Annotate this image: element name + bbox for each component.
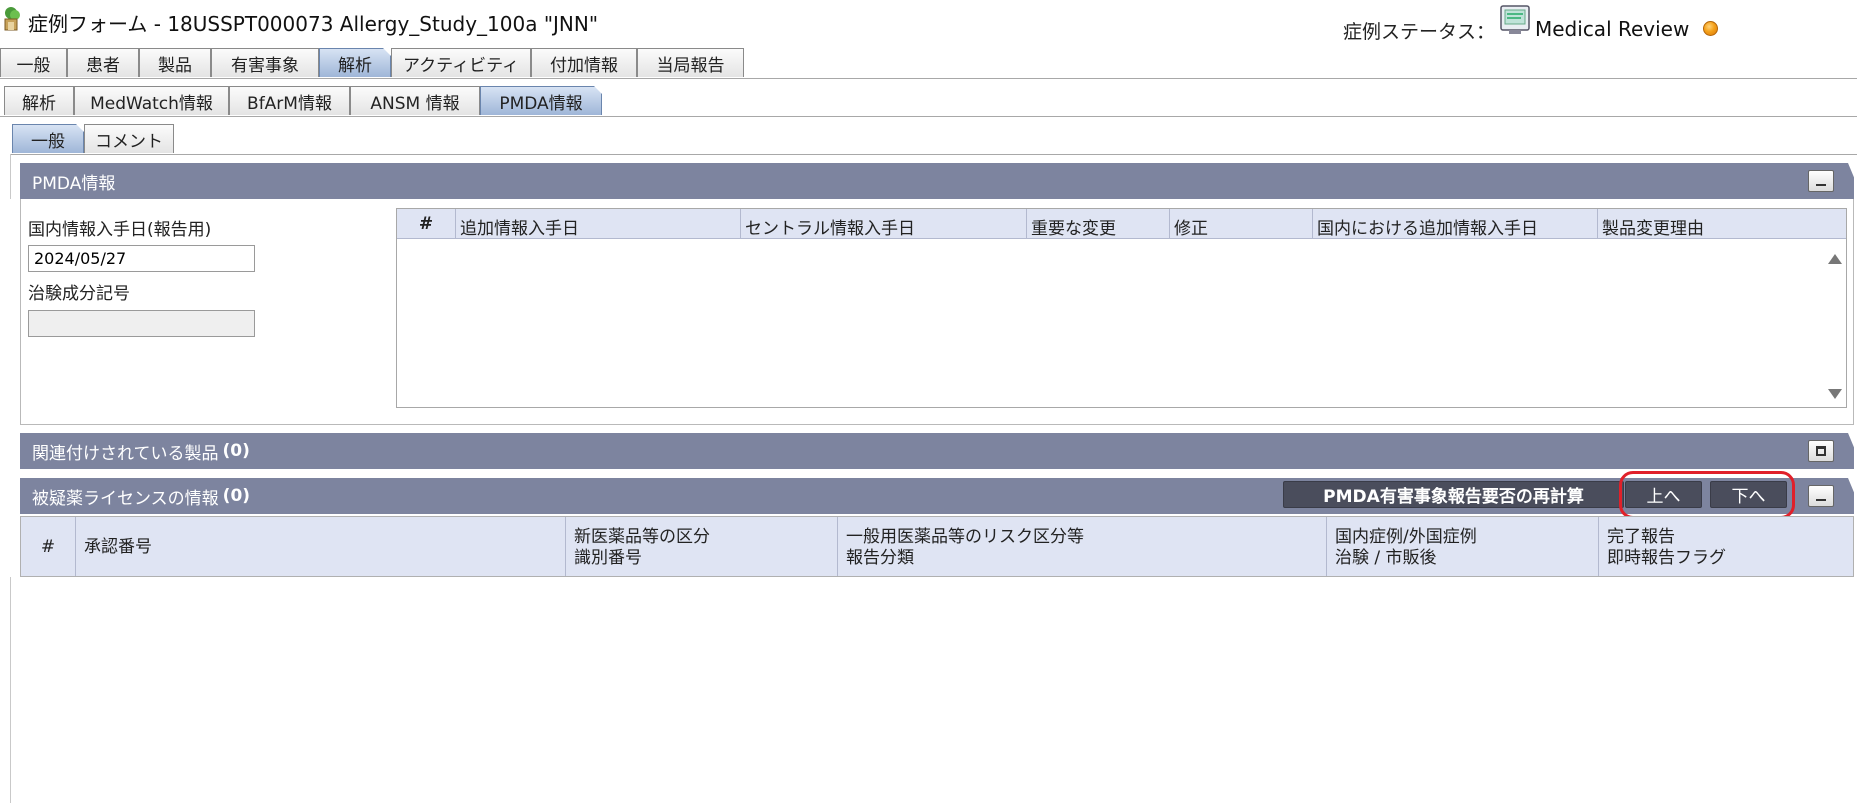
- case-status-value: Medical Review: [1535, 17, 1690, 41]
- trial-code-label: 治験成分記号: [28, 284, 130, 304]
- tab-medwatch-info[interactable]: MedWatch情報: [74, 86, 229, 115]
- pmda-followup-table: # 追加情報入手日 セントラル情報入手日 重要な変更 修正 国内における追加情報…: [396, 208, 1847, 408]
- tab-divider: [0, 78, 1857, 79]
- linked-products-count: (0): [222, 441, 250, 461]
- column-header[interactable]: 完了報告 即時報告フラグ: [1599, 517, 1853, 576]
- content-area: [10, 577, 1857, 803]
- scroll-up-icon[interactable]: [1828, 254, 1842, 264]
- tab-regulatory-reports[interactable]: 当局報告: [637, 48, 744, 77]
- domestic-date-input[interactable]: [28, 245, 255, 272]
- pmda-panel-body: 国内情報入手日(報告用) 治験成分記号 # 追加情報入手日 セントラル情報入手日…: [20, 199, 1854, 425]
- domestic-date-label: 国内情報入手日(報告用): [28, 220, 212, 240]
- column-header[interactable]: #: [397, 209, 456, 238]
- expand-icon[interactable]: [1808, 440, 1834, 462]
- table-header-row: # 追加情報入手日 セントラル情報入手日 重要な変更 修正 国内における追加情報…: [397, 209, 1846, 239]
- collapse-icon[interactable]: [1808, 170, 1834, 192]
- main-tab-bar: 一般 患者 製品 有害事象 解析 アクティビティ 付加情報 当局報告: [0, 48, 744, 77]
- collapse-icon[interactable]: [1808, 485, 1834, 507]
- tab-analysis[interactable]: 解析: [319, 48, 391, 77]
- case-status-label: 症例ステータス：: [1343, 21, 1496, 43]
- license-panel-title: 被疑薬ライセンスの情報: [32, 488, 219, 509]
- pmda-inner-tab-bar: 一般 コメント: [12, 124, 174, 153]
- tab-pmda-info[interactable]: PMDA情報: [480, 86, 602, 115]
- scroll-down-icon[interactable]: [1828, 389, 1842, 399]
- column-header[interactable]: 国内における追加情報入手日: [1313, 209, 1598, 238]
- tab-ansm-info[interactable]: ANSM 情報: [350, 86, 480, 115]
- linked-products-title: 関連付けされている製品: [32, 443, 219, 464]
- column-header[interactable]: 重要な変更: [1027, 209, 1170, 238]
- tab-patient[interactable]: 患者: [67, 48, 139, 77]
- trial-code-input[interactable]: [28, 310, 255, 337]
- pmda-panel-title: PMDA情報: [32, 173, 116, 194]
- highlight-annotation: [1619, 471, 1795, 519]
- column-header[interactable]: 修正: [1170, 209, 1313, 238]
- tab-additional-info[interactable]: 付加情報: [531, 48, 637, 77]
- tab-bfarm-info[interactable]: BfArM情報: [229, 86, 350, 115]
- tab-activity[interactable]: アクティビティ: [391, 48, 531, 77]
- column-header[interactable]: 国内症例/外国症例 治験 / 市販後: [1327, 517, 1599, 576]
- app-icon: [2, 6, 24, 32]
- column-header[interactable]: #: [21, 517, 76, 576]
- column-header[interactable]: 追加情報入手日: [456, 209, 741, 238]
- column-header[interactable]: 製品変更理由: [1598, 209, 1846, 238]
- column-header[interactable]: セントラル情報入手日: [741, 209, 1027, 238]
- tab-adverse-event[interactable]: 有害事象: [211, 48, 319, 77]
- status-indicator-icon: [1703, 21, 1718, 36]
- column-header[interactable]: 承認番号: [76, 517, 566, 576]
- analysis-sub-tab-bar: 解析 MedWatch情報 BfArM情報 ANSM 情報 PMDA情報: [4, 86, 602, 115]
- tab-general[interactable]: 一般: [0, 48, 67, 77]
- tab-product[interactable]: 製品: [139, 48, 211, 77]
- pmda-panel-header: PMDA情報: [20, 163, 1854, 199]
- tab-pmda-general[interactable]: 一般: [12, 124, 84, 153]
- license-table-header: # 承認番号 新医薬品等の区分 識別番号 一般用医薬品等のリスク区分等 報告分類 国…: [20, 516, 1854, 577]
- sub-tab-divider: [0, 116, 1857, 117]
- tab-analysis-sub[interactable]: 解析: [4, 86, 74, 115]
- pmda-recalculate-button[interactable]: PMDA有害事象報告要否の再計算: [1283, 481, 1624, 508]
- tab-pmda-comment[interactable]: コメント: [84, 124, 174, 153]
- linked-products-panel-header[interactable]: 関連付けされている製品 (0): [20, 433, 1854, 469]
- license-panel-count: (0): [222, 486, 251, 506]
- window-title: 症例フォーム - 18USSPT000073 Allergy_Study_100…: [28, 12, 599, 36]
- monitor-icon: [1499, 4, 1531, 36]
- column-header[interactable]: 一般用医薬品等のリスク区分等 報告分類: [838, 517, 1327, 576]
- column-header[interactable]: 新医薬品等の区分 識別番号: [566, 517, 838, 576]
